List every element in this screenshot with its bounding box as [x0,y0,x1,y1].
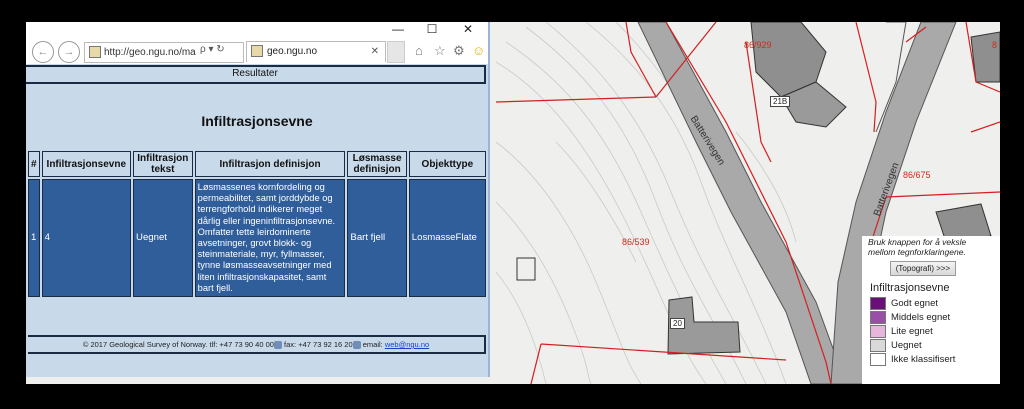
col-header-losmasse: Løsmasse definisjon [347,151,407,177]
browser-window: — ☐ ✕ ← → http://geo.ngu.no/ma ρ ▾ ↻ geo… [26,22,490,377]
cell-infiltrasjonsevne: 4 [41,179,132,298]
browser-tab[interactable]: geo.ngu.no ✕ [246,41,386,62]
maximize-button[interactable]: ☐ [418,22,446,36]
minimize-button[interactable]: — [384,22,412,36]
legend-item: Lite egnet [870,324,1000,338]
new-tab-button[interactable] [387,41,405,63]
tab-title: geo.ngu.no [267,46,318,57]
close-window-button[interactable]: ✕ [454,22,482,36]
legend-item-label: Ikke klassifisert [891,353,956,365]
results-table: # Infiltrasjonsevne Infiltrasjon tekst I… [26,149,488,299]
navigation-bar: ← → http://geo.ngu.no/ma ρ ▾ ↻ geo.ngu.n… [26,38,488,64]
fax-icon [352,341,361,350]
legend-swatch [870,352,886,366]
legend-title: Infiltrasjonsevne [870,282,950,294]
favorites-icon[interactable]: ☆ [434,43,446,59]
plot-label: 86/929 [744,40,772,50]
page-title: Infiltrasjonsevne [201,113,313,129]
home-icon[interactable]: ⌂ [415,43,423,58]
map-legend: Bruk knappen for å veksle mellom tegnfor… [862,236,1000,384]
col-header-tekst: Infiltrasjon tekst [133,151,193,177]
legend-items: Godt egnet Middels egnet Lite egnet Uegnet I… [862,296,1000,366]
settings-gear-icon[interactable]: ⚙ [453,43,465,59]
tab-close-icon[interactable]: ✕ [371,42,379,62]
legend-item: Middels egnet [870,310,1000,324]
plot-label: 86/675 [903,170,931,180]
address-tools-icon[interactable]: ρ ▾ ↻ [200,44,225,55]
table-row: 1 4 Uegnet Løsmassenes kornfordeling og … [28,179,486,298]
email-link[interactable]: web@ngu.no [385,340,429,349]
legend-swatch [870,310,886,324]
results-header: Resultater [26,65,486,84]
col-header-infiltrasjonsevne: Infiltrasjonsevne [41,151,132,177]
small-structure [516,257,536,281]
legend-swatch [870,338,886,352]
legend-hint: Bruk knappen for å veksle mellom tegnfor… [868,237,967,257]
legend-item-label: Godt egnet [891,297,939,309]
page-footer: © 2017 Geological Survey of Norway. tlf:… [28,335,486,354]
plot-label: 86/539 [622,237,650,247]
phone-icon [273,341,282,350]
cell-tekst: Uegnet [133,179,193,298]
legend-item-label: Middels egnet [891,311,951,323]
forward-button[interactable]: → [58,41,80,63]
legend-toggle-button[interactable]: (Topografi) >>> [890,261,956,276]
back-button[interactable]: ← [32,41,54,63]
footer-copyright: © 2017 Geological Survey of Norway. tlf:… [82,340,274,349]
favicon-icon [89,46,101,59]
footer-fax: fax: +47 73 92 16 20 [281,340,353,349]
footer-email-label: email: [360,340,385,349]
cell-num: 1 [28,179,40,298]
plot-label: 8 [992,40,998,50]
legend-item-label: Uegnet [891,339,922,351]
legend-item-label: Lite egnet [891,325,933,337]
house-number-label: 21B [770,96,791,107]
results-page: Resultater Infiltrasjonsevne # Infiltras… [26,64,488,377]
legend-item: Uegnet [870,338,1000,352]
legend-item: Godt egnet [870,296,1000,310]
cell-losmasse: Bart fjell [347,179,407,298]
cell-definisjon: Løsmassenes kornfordeling og permeabilit… [194,179,346,298]
content-area: 86/929 86/675 86/539 8 21B 20 Batteriveg… [26,22,1000,384]
legend-swatch [870,324,886,338]
col-header-num: # [28,151,40,177]
table-header-row: # Infiltrasjonsevne Infiltrasjon tekst I… [28,151,486,177]
legend-swatch [870,296,886,310]
cell-objekttype: LosmasseFlate [408,179,486,298]
smiley-icon[interactable]: ☺ [472,43,485,58]
col-header-objekttype: Objekttype [408,151,486,177]
house-number-label: 20 [670,318,685,329]
tab-favicon-icon [251,45,263,58]
legend-item: Ikke klassifisert [870,352,1000,366]
url-text: http://geo.ngu.no/ma [104,47,196,58]
title-bar: — ☐ ✕ [26,22,488,38]
col-header-definisjon: Infiltrasjon definisjon [194,151,346,177]
